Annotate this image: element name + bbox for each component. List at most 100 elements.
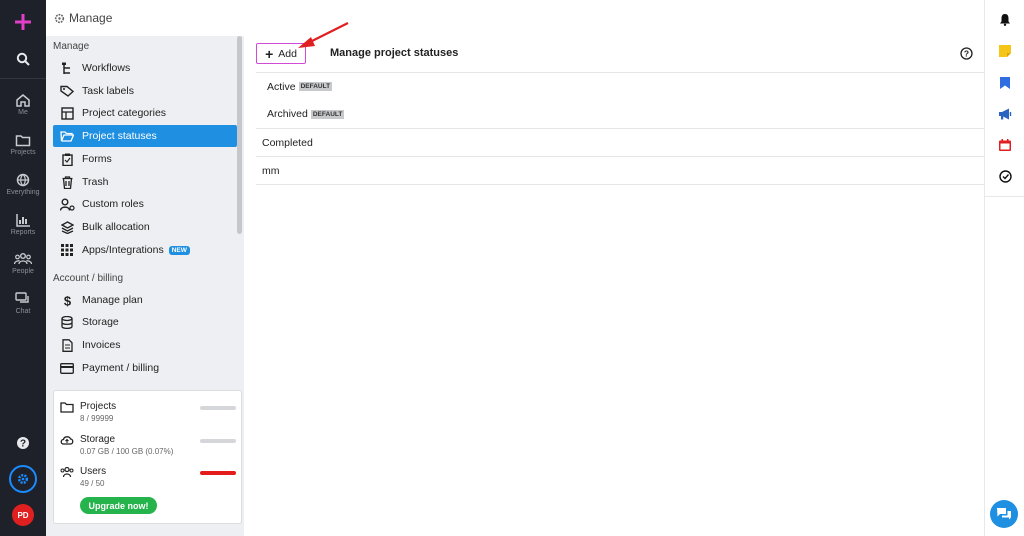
new-badge: NEW bbox=[168, 245, 190, 255]
sidebar-item-label: Task labels bbox=[82, 85, 134, 97]
invoice-icon bbox=[61, 338, 73, 352]
sidebar-item-label: Project statuses bbox=[82, 130, 157, 142]
chat-icon bbox=[997, 508, 1011, 520]
status-row-mm[interactable]: mm bbox=[256, 156, 984, 185]
sidebar-item-trash[interactable]: Trash bbox=[53, 171, 237, 193]
credit-card-icon bbox=[60, 362, 74, 374]
status-name: Archived bbox=[267, 108, 308, 120]
bell-icon bbox=[1000, 13, 1010, 26]
svg-text:?: ? bbox=[20, 439, 26, 450]
sidebar-item-label: Custom roles bbox=[82, 198, 144, 210]
rail-label-me: Me bbox=[18, 109, 28, 116]
status-row-archived[interactable]: Archived DEFAULT bbox=[256, 100, 984, 128]
sidebar-item-label: Manage plan bbox=[82, 294, 143, 306]
sidebar-scrollbar[interactable] bbox=[237, 36, 242, 234]
rail-item-chat[interactable]: Chat bbox=[0, 292, 46, 315]
search-icon bbox=[16, 52, 30, 66]
help-icon[interactable]: ? bbox=[960, 47, 973, 60]
rail-item-people[interactable]: People bbox=[0, 252, 46, 275]
announcements-button[interactable] bbox=[997, 106, 1013, 122]
sidebar-item-payment-billing[interactable]: Payment / billing bbox=[53, 357, 237, 379]
rail-divider bbox=[0, 78, 46, 79]
clipboard-icon bbox=[61, 153, 73, 166]
plus-icon bbox=[15, 14, 31, 30]
sidebar-item-custom-roles[interactable]: Custom roles bbox=[53, 193, 237, 215]
svg-text:?: ? bbox=[964, 49, 969, 59]
usage-storage-value: 0.07 GB / 100 GB (0.07%) bbox=[80, 447, 174, 456]
top-header: Manage bbox=[46, 0, 984, 36]
sidebar-item-forms[interactable]: Forms bbox=[53, 148, 237, 170]
rail-item-everything[interactable]: Everything bbox=[0, 173, 46, 196]
bookmark-icon bbox=[1000, 77, 1010, 89]
dollar-icon: $ bbox=[63, 294, 71, 307]
usage-users-label: Users bbox=[80, 466, 107, 477]
rail-label-projects: Projects bbox=[10, 149, 36, 156]
folder-open-icon bbox=[60, 131, 74, 142]
usage-card: Projects 8 / 99999 Storage 0.07 GB / 100… bbox=[53, 390, 242, 524]
gear-icon bbox=[54, 13, 65, 23]
sidebar-item-workflows[interactable]: Workflows bbox=[53, 57, 237, 79]
user-avatar-button[interactable]: PD bbox=[0, 504, 46, 526]
default-badge: DEFAULT bbox=[310, 109, 345, 119]
sidebar-item-bulk-allocation[interactable]: Bulk allocation bbox=[53, 216, 237, 238]
rail-item-me[interactable]: Me bbox=[0, 93, 46, 116]
rail-label-people: People bbox=[12, 268, 34, 275]
sidebar-item-label: Project categories bbox=[82, 107, 167, 119]
right-rail bbox=[984, 0, 1024, 536]
status-row-completed[interactable]: Completed bbox=[256, 128, 984, 156]
help-button[interactable]: ? bbox=[0, 436, 46, 450]
database-icon bbox=[61, 315, 73, 329]
chart-icon bbox=[16, 214, 30, 227]
create-new-button[interactable] bbox=[0, 12, 46, 32]
help-icon: ? bbox=[17, 437, 29, 450]
home-icon bbox=[16, 94, 30, 107]
rail-item-projects[interactable]: Projects bbox=[0, 133, 46, 156]
check-circle-icon bbox=[998, 169, 1012, 183]
avatar: PD bbox=[12, 504, 34, 526]
sidebar-item-invoices[interactable]: Invoices bbox=[53, 334, 237, 356]
usage-projects-value: 8 / 99999 bbox=[80, 414, 114, 423]
sidebar-item-task-labels[interactable]: Task labels bbox=[53, 80, 237, 102]
rail-item-reports[interactable]: Reports bbox=[0, 213, 46, 236]
bookmarks-button[interactable] bbox=[997, 75, 1013, 91]
sidebar-item-label: Trash bbox=[82, 176, 109, 188]
usage-projects-bar bbox=[200, 406, 236, 410]
apps-icon bbox=[61, 244, 73, 256]
folder-icon bbox=[60, 402, 74, 413]
layers-icon bbox=[60, 220, 74, 234]
page-title: Manage bbox=[69, 11, 113, 25]
usage-users-value: 49 / 50 bbox=[80, 479, 105, 488]
workflow-icon bbox=[62, 62, 70, 74]
sidebar-item-storage[interactable]: Storage bbox=[53, 311, 237, 333]
user-role-icon bbox=[59, 198, 75, 211]
calendar-button[interactable] bbox=[997, 137, 1013, 153]
globe-icon bbox=[16, 173, 30, 187]
svg-text:$: $ bbox=[63, 294, 71, 307]
megaphone-icon bbox=[999, 108, 1012, 120]
sticky-note-icon bbox=[999, 45, 1011, 57]
sidebar-item-label: Invoices bbox=[82, 339, 121, 351]
search-button[interactable] bbox=[0, 52, 46, 66]
sidebar-item-label: Storage bbox=[82, 316, 119, 328]
sidebar-item-label: Workflows bbox=[82, 62, 131, 74]
status-name: Completed bbox=[262, 136, 313, 149]
rail-label-chat: Chat bbox=[15, 308, 31, 315]
notifications-button[interactable] bbox=[997, 11, 1013, 27]
usage-storage-bar bbox=[200, 439, 236, 443]
tasks-button[interactable] bbox=[997, 168, 1013, 184]
status-name: Active bbox=[267, 80, 296, 93]
left-nav-rail: Me Projects Everything Reports People Ch… bbox=[0, 0, 46, 536]
sidebar-item-project-statuses[interactable]: Project statuses bbox=[53, 125, 237, 147]
sidebar-item-apps-integrations[interactable]: Apps/Integrations NEW bbox=[53, 239, 237, 261]
annotation-arrow-icon bbox=[298, 22, 349, 48]
people-icon bbox=[60, 466, 74, 478]
support-chat-button[interactable] bbox=[990, 500, 1018, 528]
notes-button[interactable] bbox=[997, 43, 1013, 59]
upgrade-button[interactable]: Upgrade now! bbox=[80, 497, 157, 514]
rail-label-everything: Everything bbox=[6, 189, 40, 196]
sidebar-heading-manage: Manage bbox=[53, 41, 90, 52]
status-row-active[interactable]: Active DEFAULT bbox=[256, 72, 984, 100]
sidebar-item-project-categories[interactable]: Project categories bbox=[53, 102, 237, 124]
settings-button[interactable] bbox=[0, 465, 46, 493]
sidebar-item-manage-plan[interactable]: $ Manage plan bbox=[53, 289, 237, 311]
